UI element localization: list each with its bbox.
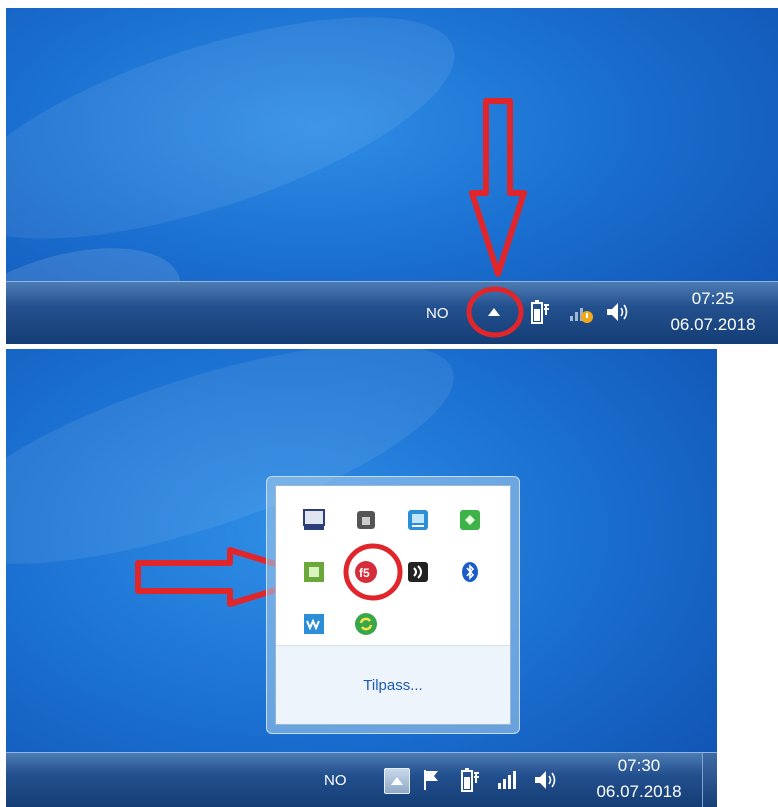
show-hidden-icons-button[interactable] bbox=[384, 768, 410, 794]
customize-link[interactable]: Tilpass... bbox=[363, 677, 422, 694]
annotation-circle bbox=[466, 286, 524, 338]
clock-time: 07:25 bbox=[691, 289, 735, 308]
language-indicator[interactable]: NO bbox=[324, 772, 347, 789]
battery-icon[interactable] bbox=[528, 298, 552, 326]
device-icon[interactable] bbox=[354, 508, 378, 532]
green-square-icon[interactable] bbox=[302, 560, 326, 584]
network-warning-icon[interactable] bbox=[568, 300, 594, 324]
clock[interactable]: 07:30 06.07.2018 bbox=[584, 753, 694, 805]
volume-icon[interactable] bbox=[604, 300, 632, 324]
sync-center-icon[interactable] bbox=[406, 508, 430, 532]
bluetooth-icon[interactable] bbox=[458, 560, 482, 584]
popup-content: f5 Tilpass... bbox=[275, 485, 511, 725]
clock[interactable]: 07:25 06.07.2018 bbox=[658, 286, 768, 338]
wireless-display-icon[interactable] bbox=[406, 560, 430, 584]
wifi-signal-icon[interactable] bbox=[496, 768, 520, 792]
taskbar: NO 07:25 06.07.2018 bbox=[6, 281, 778, 344]
volume-icon[interactable] bbox=[532, 768, 560, 792]
annotation-down-arrow bbox=[469, 98, 527, 277]
desktop-screenshot-after: f5 Tilpass... NO 07:30 06.07.2018 bbox=[6, 349, 717, 807]
battery-icon[interactable] bbox=[458, 766, 482, 794]
popup-footer: Tilpass... bbox=[276, 645, 510, 724]
clock-date: 06.07.2018 bbox=[670, 315, 756, 334]
language-indicator[interactable]: NO bbox=[426, 305, 449, 322]
show-desktop-button[interactable] bbox=[702, 753, 717, 807]
update-sync-icon[interactable] bbox=[354, 612, 378, 636]
desktop-screenshot-before: NO 07:25 06.07.2018 bbox=[6, 8, 778, 344]
wallpaper-streak bbox=[6, 8, 478, 285]
waves-audio-icon[interactable] bbox=[302, 612, 326, 636]
clock-time: 07:30 bbox=[617, 756, 661, 775]
taskbar: NO 07:30 06.07.2018 bbox=[6, 752, 717, 807]
green-app-icon[interactable] bbox=[458, 508, 482, 532]
action-center-flag-icon[interactable] bbox=[420, 767, 444, 793]
notification-overflow-popup: f5 Tilpass... bbox=[266, 476, 520, 734]
touchpad-icon[interactable] bbox=[302, 508, 326, 532]
annotation-circle bbox=[343, 543, 403, 601]
clock-date: 06.07.2018 bbox=[596, 782, 682, 801]
up-arrow-icon bbox=[391, 777, 403, 785]
